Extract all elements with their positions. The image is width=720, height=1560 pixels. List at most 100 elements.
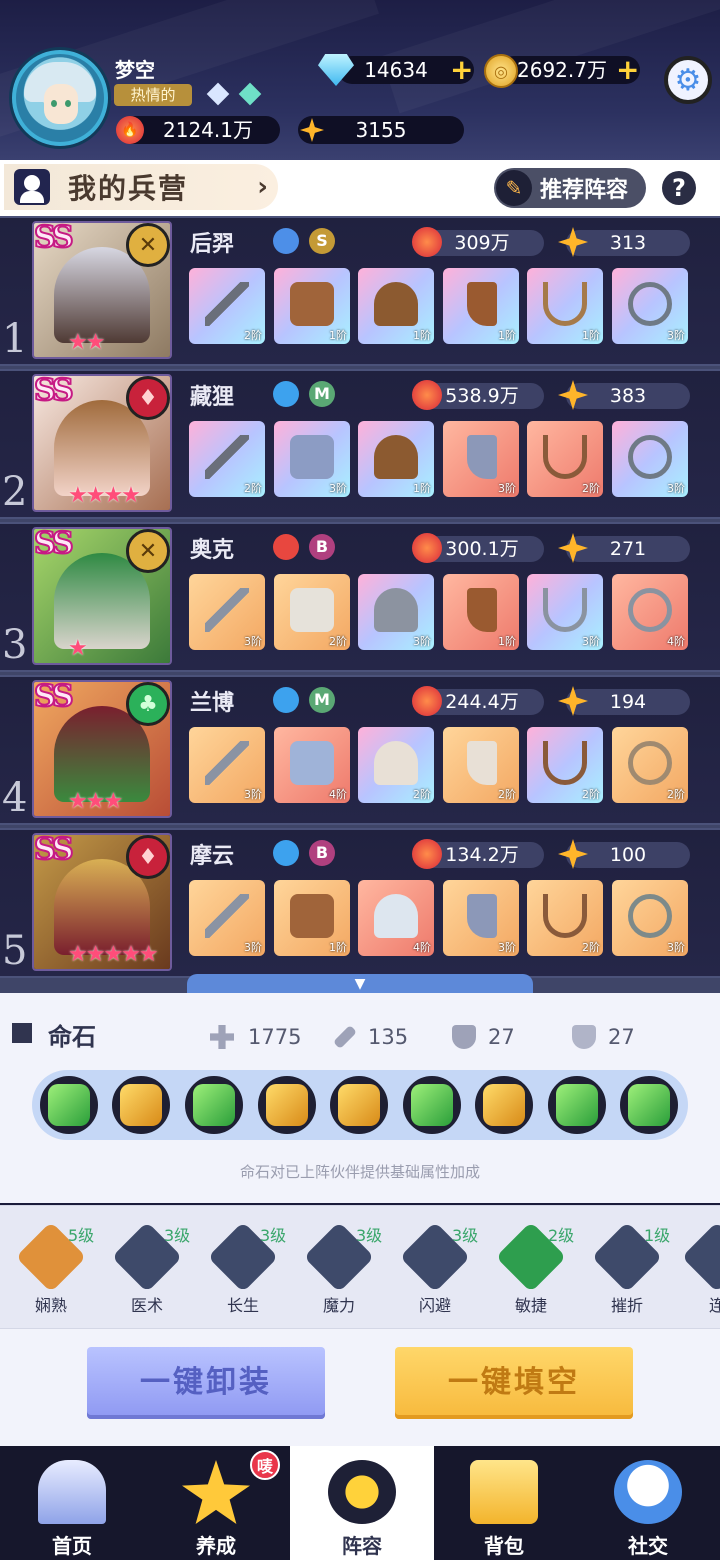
- bottom-nav: 首页 养成 阵容 背包 社交: [0, 1446, 720, 1560]
- gear-slot-boots[interactable]: 3阶: [443, 880, 519, 956]
- gold-coin-icon: ◎: [484, 54, 518, 88]
- fate-stone-slot[interactable]: [330, 1076, 388, 1134]
- hero-slot-number: 1: [2, 316, 28, 362]
- gear-slot-armor[interactable]: 3阶: [274, 421, 350, 497]
- hero-name: 摩云: [190, 844, 235, 869]
- nav-home-label: 首页: [52, 1534, 92, 1558]
- gear-slot-weapon[interactable]: 3阶: [189, 880, 265, 956]
- gear-slot-helmet[interactable]: 1阶: [358, 421, 434, 497]
- gear-slot-amulet[interactable]: 2阶: [527, 421, 603, 497]
- hero-rank: SS: [34, 833, 75, 868]
- hero-row[interactable]: 2 SS ♦ ★★★★ 藏狸 M 538.9万 383 2阶 3阶 1阶 3阶 …: [0, 369, 720, 519]
- add-gold-button[interactable]: +: [616, 56, 639, 84]
- fate-stone-slot[interactable]: [258, 1076, 316, 1134]
- gear-slot-amulet[interactable]: 2阶: [527, 727, 603, 803]
- gear-slot-boots[interactable]: 1阶: [443, 268, 519, 344]
- gear-slot-armor[interactable]: 1阶: [274, 880, 350, 956]
- hero-portrait[interactable]: SS ♣ ★★★: [32, 680, 172, 818]
- drawer-handle[interactable]: ▼: [187, 974, 533, 994]
- gear-slot-boots[interactable]: 2阶: [443, 727, 519, 803]
- hero-portrait[interactable]: SS ✕ ★: [32, 527, 172, 665]
- train-star-icon: [182, 1460, 250, 1524]
- settings-gear-icon[interactable]: ⚙: [664, 56, 712, 104]
- gear-slot-ring[interactable]: 4阶: [612, 574, 688, 650]
- hero-portrait[interactable]: SS ♦ ★★★★: [32, 374, 172, 512]
- nav-lineup[interactable]: 阵容: [290, 1446, 434, 1560]
- gear-level: 2阶: [582, 941, 600, 954]
- gear-slot-amulet[interactable]: 2阶: [527, 880, 603, 956]
- gear-slot-weapon[interactable]: 2阶: [189, 421, 265, 497]
- hero-row[interactable]: 5 SS ♦ ★★★★★ 摩云 B 134.2万 100 3阶 1阶 4阶 3阶…: [0, 828, 720, 978]
- gear-slot-ring[interactable]: 3阶: [612, 268, 688, 344]
- armor-icon: [290, 588, 334, 632]
- recommend-lineup-button[interactable]: ✎ 推荐阵容: [494, 168, 646, 208]
- auto-fill-button[interactable]: 一键填空: [395, 1347, 633, 1419]
- player-avatar[interactable]: [12, 50, 108, 146]
- element-icon: [273, 840, 299, 866]
- hero-portrait[interactable]: SS ✕ ★★: [32, 221, 172, 359]
- skill-item[interactable]: 5级 娴熟: [6, 1220, 102, 1320]
- gear-level: 1阶: [329, 941, 347, 954]
- gear-slot-boots[interactable]: 1阶: [443, 574, 519, 650]
- gear-level: 3阶: [413, 635, 431, 648]
- hero-stars: ★★★★★: [68, 942, 159, 967]
- hero-grade: S: [309, 228, 335, 254]
- nav-home[interactable]: 首页: [0, 1446, 144, 1560]
- gear-slot-boots[interactable]: 3阶: [443, 421, 519, 497]
- fate-hp-value: 1775: [248, 1025, 302, 1049]
- add-diamond-button[interactable]: +: [450, 56, 473, 84]
- gear-slot-weapon[interactable]: 3阶: [189, 574, 265, 650]
- hero-portrait[interactable]: SS ♦ ★★★★★: [32, 833, 172, 971]
- power-flame-icon: [412, 533, 442, 563]
- fate-stone-slot[interactable]: [548, 1076, 606, 1134]
- hero-row[interactable]: 3 SS ✕ ★ 奥克 B 300.1万 271 3阶 2阶 3阶 1阶 3阶 …: [0, 522, 720, 672]
- recommend-lineup-label: 推荐阵容: [540, 178, 629, 203]
- skill-level: 3级: [356, 1226, 383, 1245]
- gear-slot-weapon[interactable]: 3阶: [189, 727, 265, 803]
- nav-social[interactable]: 社交: [576, 1446, 720, 1560]
- gear-level: 1阶: [329, 329, 347, 342]
- gear-slot-ring[interactable]: 2阶: [612, 727, 688, 803]
- skill-item[interactable]: 1级 摧折: [582, 1220, 678, 1320]
- nav-bag[interactable]: 背包: [432, 1446, 576, 1560]
- hero-row[interactable]: 4 SS ♣ ★★★ 兰博 M 244.4万 194 3阶 4阶 2阶 2阶 2…: [0, 675, 720, 825]
- skill-item[interactable]: 2级 敏捷: [486, 1220, 582, 1320]
- gear-slot-amulet[interactable]: 1阶: [527, 268, 603, 344]
- gear-slot-armor[interactable]: 1阶: [274, 268, 350, 344]
- fate-stone-slot[interactable]: [403, 1076, 461, 1134]
- gear-slot-armor[interactable]: 4阶: [274, 727, 350, 803]
- hero-rank: SS: [34, 374, 75, 409]
- gear-slot-armor[interactable]: 2阶: [274, 574, 350, 650]
- skill-item[interactable]: 3级 魔力: [294, 1220, 390, 1320]
- pencil-icon: ✎: [496, 170, 532, 206]
- unequip-all-button[interactable]: 一键卸装: [87, 1347, 325, 1419]
- skill-name: 长生: [226, 1296, 259, 1315]
- fate-stone-slot[interactable]: [112, 1076, 170, 1134]
- fate-stone-slot[interactable]: [40, 1076, 98, 1134]
- hero-name: 兰博: [190, 691, 235, 716]
- gear-slot-ring[interactable]: 3阶: [612, 880, 688, 956]
- hero-row[interactable]: 1 SS ✕ ★★ 后羿 S 309万 313 2阶 1阶 1阶 1阶 1阶 3…: [0, 216, 720, 366]
- gear-slot-amulet[interactable]: 3阶: [527, 574, 603, 650]
- skill-strip[interactable]: 5级娴熟 3级医术 3级长生 3级魔力 3级闪避 2级敏捷 1级摧折 连: [0, 1205, 720, 1329]
- gear-slot-ring[interactable]: 3阶: [612, 421, 688, 497]
- fate-stone-slot[interactable]: [185, 1076, 243, 1134]
- helmet-icon: [374, 741, 418, 785]
- fate-stone-slot[interactable]: [475, 1076, 533, 1134]
- gear-slot-helmet[interactable]: 3阶: [358, 574, 434, 650]
- skill-item[interactable]: 3级 长生: [198, 1220, 294, 1320]
- skill-item[interactable]: 连: [672, 1220, 720, 1320]
- skill-item[interactable]: 3级 闪避: [390, 1220, 486, 1320]
- gear-level: 3阶: [667, 482, 685, 495]
- help-button[interactable]: ?: [662, 171, 696, 205]
- gear-slot-helmet[interactable]: 2阶: [358, 727, 434, 803]
- barracks-tab[interactable]: 我的兵营 ›: [4, 164, 278, 210]
- gear-slot-helmet[interactable]: 1阶: [358, 268, 434, 344]
- helmet-icon: [374, 588, 418, 632]
- hero-roster[interactable]: 1 SS ✕ ★★ 后羿 S 309万 313 2阶 1阶 1阶 1阶 1阶 3…: [0, 216, 720, 993]
- gear-slot-helmet[interactable]: 4阶: [358, 880, 434, 956]
- fate-stone-slot[interactable]: [620, 1076, 678, 1134]
- gear-slot-weapon[interactable]: 2阶: [189, 268, 265, 344]
- ring-icon: [628, 282, 672, 326]
- skill-item[interactable]: 3级 医术: [102, 1220, 198, 1320]
